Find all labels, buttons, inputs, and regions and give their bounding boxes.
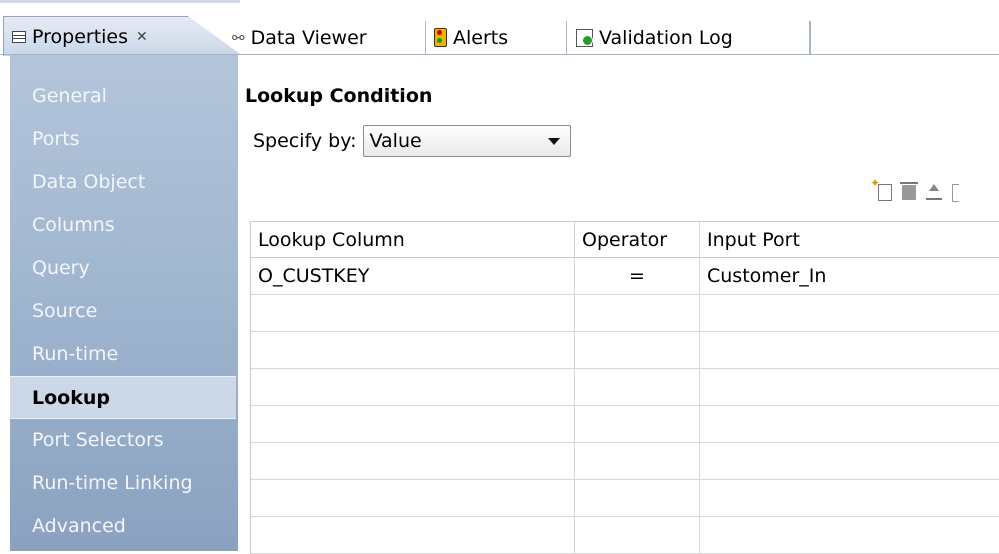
tab-alerts-label: Alerts — [453, 26, 509, 49]
tab-validation-log[interactable]: Validation Log — [572, 21, 810, 54]
top-edge-segment — [0, 0, 240, 3]
tab-data-viewer-label: Data Viewer — [250, 26, 367, 49]
traffic-light-icon — [434, 28, 447, 47]
sidebar-item-run-time-linking[interactable]: Run-time Linking — [10, 462, 238, 505]
view-tab-bar: Properties ✕ ⚯ Data Viewer Alerts Valida… — [0, 14, 999, 56]
close-icon[interactable]: ✕ — [136, 29, 148, 45]
column-header-lookup-column[interactable]: Lookup Column — [251, 222, 575, 257]
validation-log-icon — [576, 28, 593, 47]
properties-content: Lookup Condition Specify by: Value Looku… — [238, 55, 999, 554]
lookup-condition-table: Lookup Column Operator Input Port O_CUST… — [250, 221, 999, 554]
condition-toolbar — [870, 176, 959, 202]
data-viewer-icon: ⚯ — [232, 28, 245, 47]
sidebar-item-data-object[interactable]: Data Object — [10, 161, 238, 204]
table-row-empty — [251, 369, 999, 406]
lookup-column-cell[interactable]: O_CUSTKEY — [251, 258, 575, 294]
table-row[interactable]: O_CUSTKEY = Customer_In — [251, 258, 999, 295]
sidebar-item-query[interactable]: Query — [10, 247, 238, 290]
properties-icon — [12, 30, 26, 43]
table-row-empty — [251, 443, 999, 480]
delete-icon[interactable] — [900, 182, 918, 200]
operator-cell[interactable]: = — [575, 258, 700, 294]
tab-alerts[interactable]: Alerts — [430, 21, 567, 54]
specify-by-value: Value — [369, 130, 422, 152]
move-up-icon[interactable] — [926, 184, 942, 200]
sidebar-item-columns[interactable]: Columns — [10, 204, 238, 247]
sidebar-item-run-time[interactable]: Run-time — [10, 333, 238, 376]
specify-by-select[interactable]: Value — [362, 125, 571, 157]
chevron-down-icon — [547, 137, 560, 145]
table-row-empty — [251, 517, 999, 554]
sidebar-item-general[interactable]: General — [10, 75, 238, 118]
more-icon[interactable] — [952, 184, 959, 202]
column-header-input-port[interactable]: Input Port — [700, 222, 999, 257]
new-icon[interactable] — [870, 176, 892, 201]
table-row-empty — [251, 406, 999, 443]
table-header: Lookup Column Operator Input Port — [251, 221, 999, 258]
sidebar-nav-list: General Ports Data Object Columns Query … — [10, 55, 238, 548]
sidebar-item-port-selectors[interactable]: Port Selectors — [10, 419, 238, 462]
specify-by-label: Specify by: — [253, 130, 357, 152]
sidebar-item-ports[interactable]: Ports — [10, 118, 238, 161]
table-row-empty — [251, 295, 999, 332]
sidebar-item-lookup[interactable]: Lookup — [10, 376, 236, 419]
input-port-cell[interactable]: Customer_In — [700, 258, 999, 294]
column-header-operator[interactable]: Operator — [575, 222, 700, 257]
sidebar-item-source[interactable]: Source — [10, 290, 238, 333]
sidebar-item-advanced[interactable]: Advanced — [10, 505, 238, 548]
table-row-empty — [251, 332, 999, 369]
tab-data-viewer[interactable]: ⚯ Data Viewer — [224, 21, 426, 54]
tab-validation-log-label: Validation Log — [599, 26, 733, 49]
properties-sidebar: General Ports Data Object Columns Query … — [10, 55, 238, 551]
tab-properties[interactable]: Properties ✕ — [3, 16, 243, 56]
window-top-edge — [0, 0, 999, 14]
tab-properties-label: Properties — [32, 25, 129, 48]
specify-by-row: Specify by: Value — [253, 125, 571, 157]
table-row-empty — [251, 480, 999, 517]
section-title: Lookup Condition — [245, 85, 433, 107]
tab-bar-end — [810, 21, 811, 54]
